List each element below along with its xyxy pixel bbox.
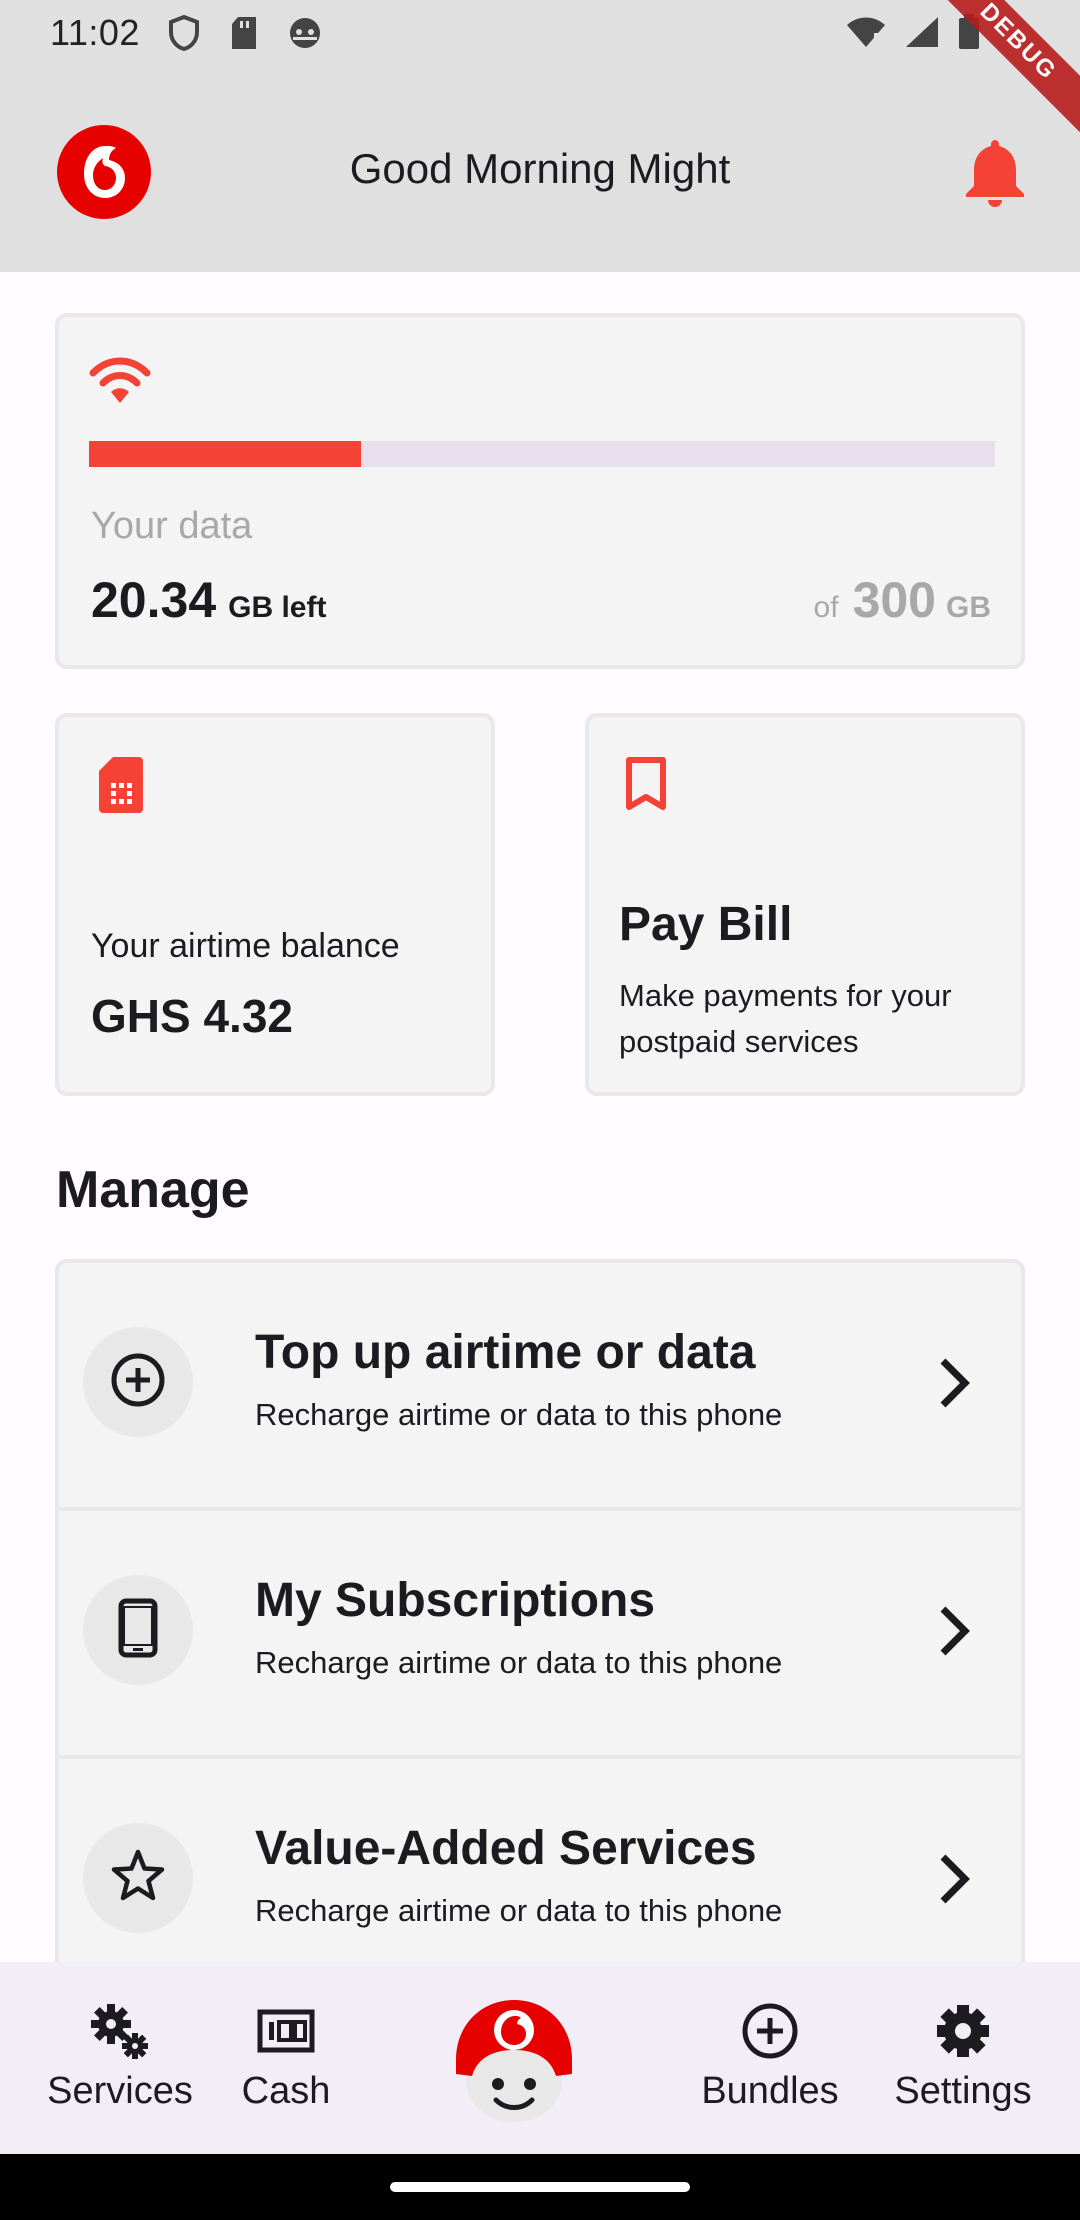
airtime-balance-card[interactable]: Your airtime balance GHS 4.32 [55,713,495,1096]
manage-item-title: Value-Added Services [255,1822,757,1875]
cash-icon [257,2000,315,2062]
status-time: 11:02 [50,12,140,53]
pay-bill-card[interactable]: Pay Bill Make payments for your postpaid… [585,713,1025,1096]
nav-services-label: Services [47,2070,193,2112]
manage-item-subtitle: Recharge airtime or data to this phone [255,1397,783,1432]
data-usage-progress [89,441,995,467]
nav-cash-label: Cash [241,2070,331,2112]
manage-item-title: Top up airtime or data [255,1326,756,1379]
manage-section-title: Manage [56,1161,250,1219]
manage-list: Top up airtime or data Recharge airtime … [55,1259,1025,2019]
data-total-unit: GB [946,591,991,624]
mascot-button[interactable] [452,1996,576,2124]
phone-icon [118,1598,158,1663]
icon-circle [83,1327,193,1437]
nav-bundles[interactable]: Bundles [690,1962,850,2154]
nav-bundles-label: Bundles [701,2070,839,2112]
nav-settings[interactable]: Settings [880,1962,1046,2154]
star-icon [110,1848,166,1909]
data-remaining-value: 20.34 [91,572,217,628]
icon-circle [83,1575,193,1685]
signal-icon [904,15,940,54]
bookmark-icon [625,757,667,816]
nav-settings-label: Settings [894,2070,1032,2112]
manage-item-top-up[interactable]: Top up airtime or data Recharge airtime … [59,1263,1021,1511]
data-label: Your data [91,505,253,547]
airtime-label: Your airtime balance [91,927,400,965]
data-remaining: 20.34 GB left [91,571,326,629]
icon-circle [83,1823,193,1933]
data-balance-card[interactable]: Your data 20.34 GB left of 300 GB [55,313,1025,669]
app-bar: Good Morning Might [0,66,1080,272]
sim-card-icon [99,757,143,818]
greeting-title: Good Morning Might [349,145,731,192]
status-bar: 11:02 [0,0,1080,66]
shield-icon [168,15,200,51]
nav-services[interactable]: Services [40,1962,200,2154]
manage-item-subtitle: Recharge airtime or data to this phone [255,1893,783,1928]
vodafone-logo [56,124,152,220]
pay-bill-title: Pay Bill [619,898,793,951]
bell-icon[interactable] [960,134,1030,208]
home-indicator[interactable] [390,2182,690,2192]
system-navigation-bar [0,2154,1080,2220]
airtime-value: GHS 4.32 [91,990,293,1042]
pay-bill-description: Make payments for your postpaid services [619,978,952,1059]
add-circle-icon [741,2000,799,2062]
manage-item-subtitle: Recharge airtime or data to this phone [255,1645,783,1680]
data-remaining-unit: GB left [228,591,327,624]
chevron-right-icon [937,1357,971,1414]
screen: 11:02 DEBUG Good Morning Might Your data… [0,0,1080,2220]
manage-item-subscriptions[interactable]: My Subscriptions Recharge airtime or dat… [59,1511,1021,1759]
gears-icon [89,2000,151,2062]
data-total: of 300 GB [814,571,991,629]
sd-card-icon [230,16,258,50]
gear-icon [935,2000,991,2062]
nav-cash[interactable]: Cash [226,1962,346,2154]
data-total-value: 300 [852,572,936,628]
manage-item-title: My Subscriptions [255,1574,656,1627]
android-icon [288,16,322,50]
wifi-icon [846,15,886,54]
wifi-icon [89,357,151,410]
data-of-label: of [813,591,839,624]
chevron-right-icon [937,1605,971,1662]
add-circle-icon [110,1352,166,1413]
bottom-navigation: Services Cash Bundles Settings [0,1962,1080,2154]
data-usage-fill [89,441,361,467]
chevron-right-icon [937,1853,971,1910]
